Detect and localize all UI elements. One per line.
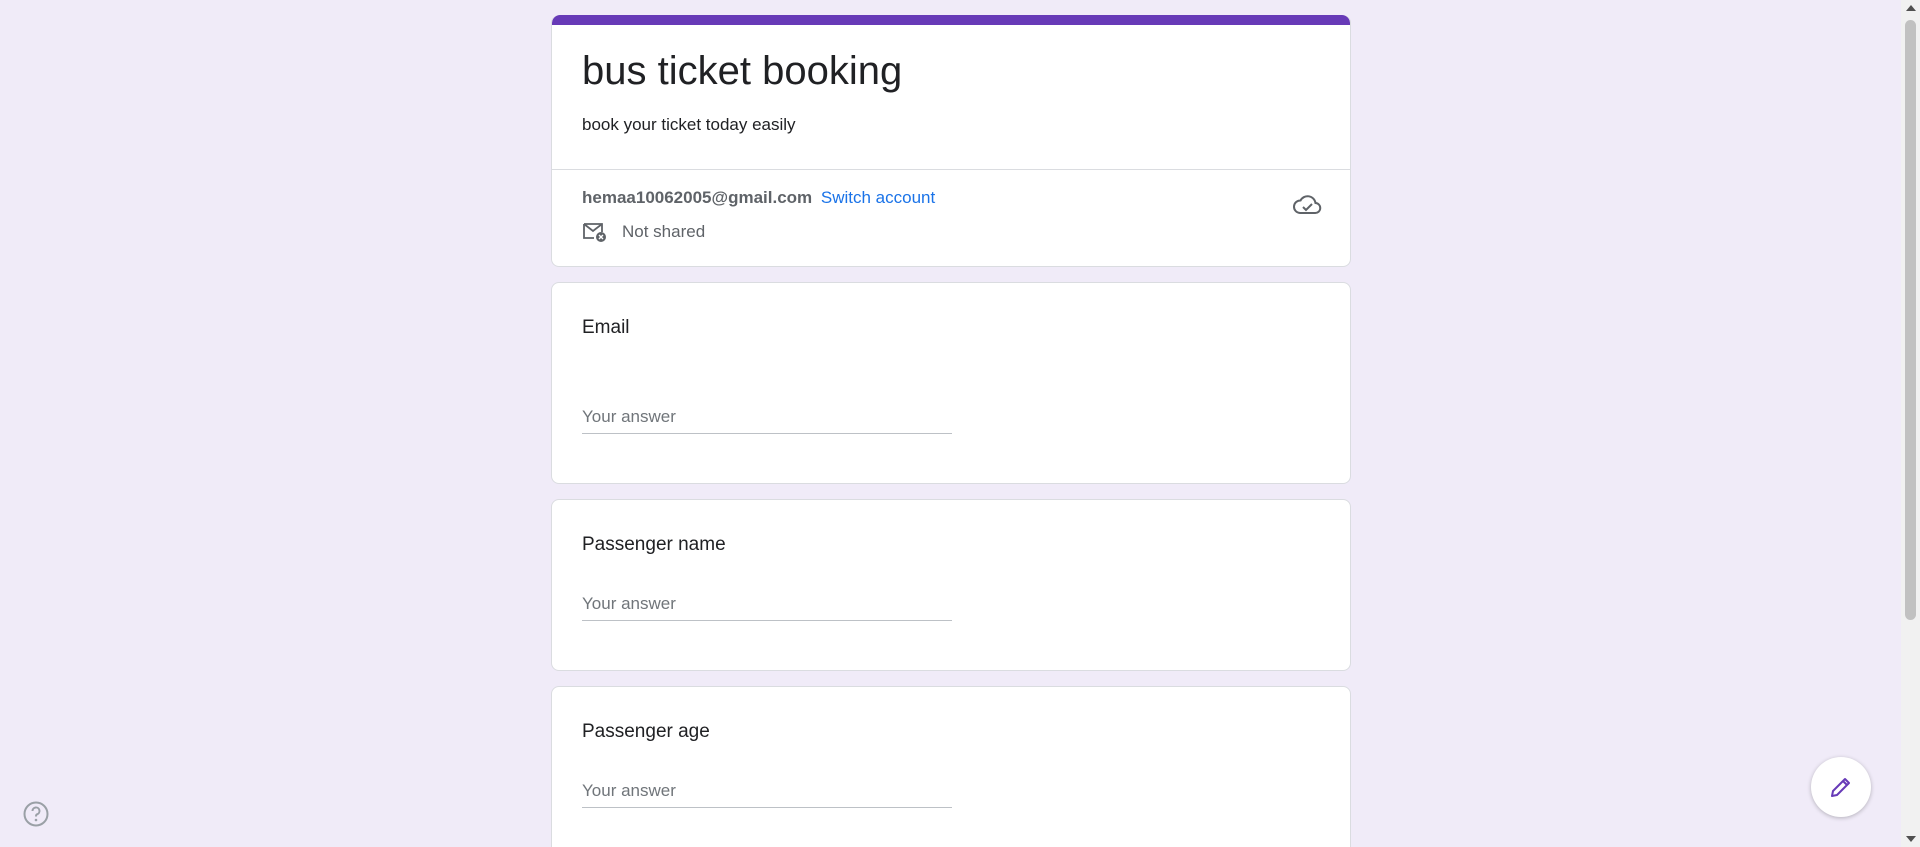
accent-bar <box>552 15 1350 25</box>
account-email: hemaa10062005@gmail.com <box>582 188 813 207</box>
form-column: bus ticket booking book your ticket toda… <box>551 15 1351 847</box>
email-answer-input[interactable] <box>582 403 952 434</box>
question-card-email: Email <box>551 282 1351 484</box>
account-line: hemaa10062005@gmail.com Switch account <box>582 188 1320 208</box>
mail-not-shared-icon <box>583 223 606 242</box>
form-title: bus ticket booking <box>582 49 903 93</box>
shared-status-line: Not shared <box>582 221 1320 243</box>
passenger-age-answer-input[interactable] <box>582 777 952 808</box>
form-page: bus ticket booking book your ticket toda… <box>0 0 1920 847</box>
form-header-card: bus ticket booking book your ticket toda… <box>551 15 1351 267</box>
question-title: Passenger age <box>582 721 710 742</box>
edit-form-button[interactable] <box>1811 757 1871 817</box>
help-icon[interactable] <box>22 800 50 828</box>
title-area: bus ticket booking book your ticket toda… <box>552 25 1350 170</box>
passenger-name-answer-input[interactable] <box>582 590 952 621</box>
page-scrollbar[interactable] <box>1901 0 1920 847</box>
question-card-passenger-name: Passenger name <box>551 499 1351 671</box>
scroll-thumb[interactable] <box>1905 20 1916 620</box>
switch-account-link[interactable]: Switch account <box>821 188 935 207</box>
question-title: Passenger name <box>582 534 726 555</box>
shared-status-text: Not shared <box>622 222 706 241</box>
form-description: book your ticket today easily <box>582 115 796 134</box>
scroll-up-arrow-icon[interactable] <box>1906 5 1916 11</box>
account-area: hemaa10062005@gmail.com Switch account N… <box>552 170 1350 266</box>
question-card-passenger-age: Passenger age <box>551 686 1351 847</box>
cloud-done-icon <box>1293 195 1322 214</box>
scroll-down-arrow-icon[interactable] <box>1906 836 1916 842</box>
question-title: Email <box>582 317 630 338</box>
pencil-icon <box>1831 778 1850 797</box>
